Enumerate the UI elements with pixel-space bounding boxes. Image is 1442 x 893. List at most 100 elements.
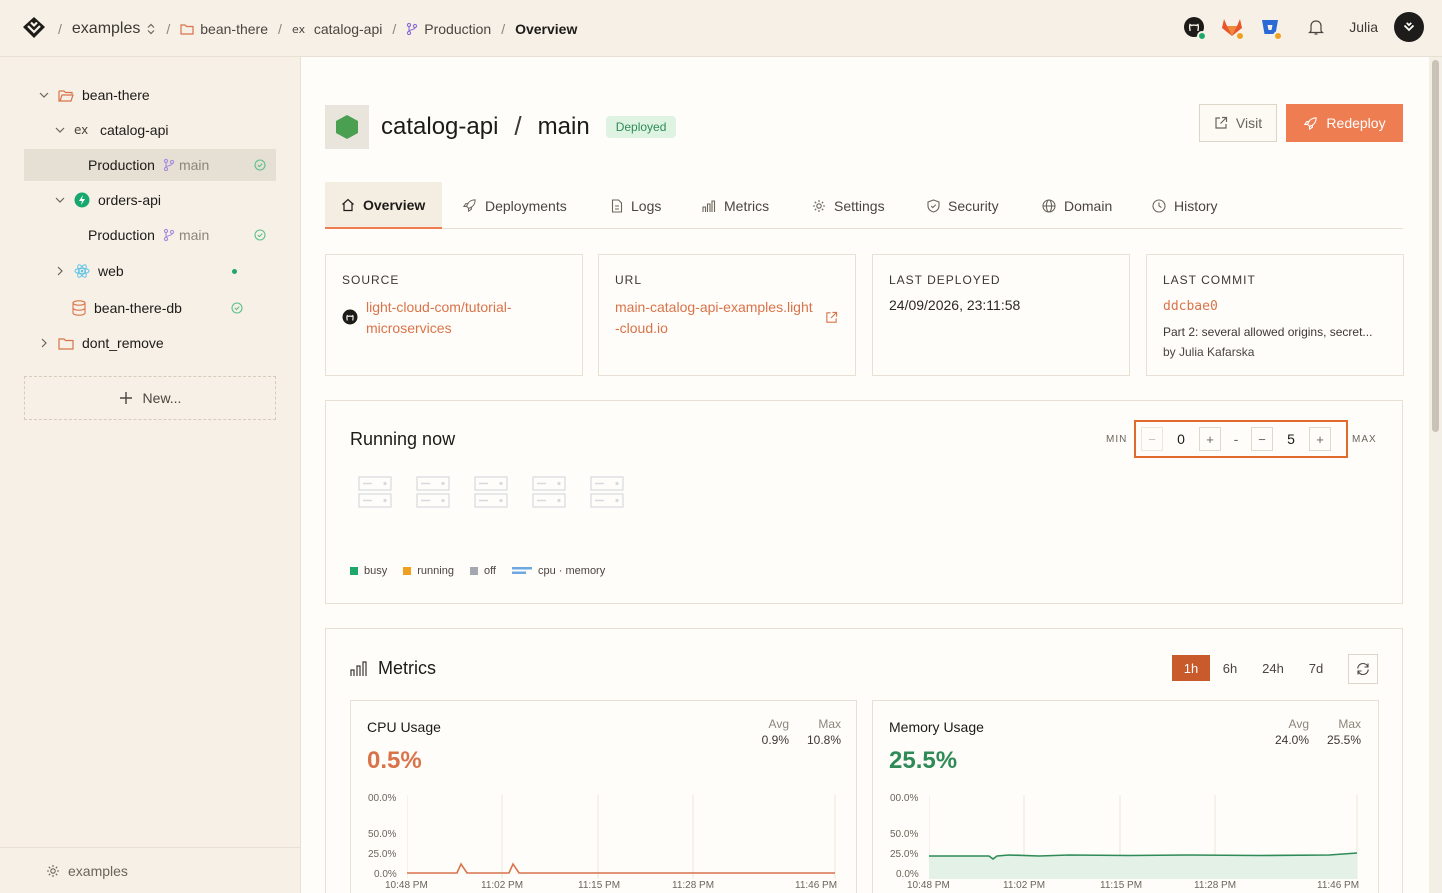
avatar[interactable] [1394,12,1424,42]
commit-message: Part 2: several allowed origins, secret.… [1163,325,1373,339]
min-decrement-button[interactable]: − [1141,427,1163,451]
refresh-button[interactable] [1348,654,1378,684]
min-instances-value[interactable]: 0 [1163,431,1199,447]
svg-text:ex: ex [74,124,88,136]
new-button[interactable]: New... [24,376,276,420]
status-badge: Deployed [605,115,677,138]
gear-icon [47,864,59,877]
tab-deployments[interactable]: Deployments [462,182,567,229]
express-icon: ex [292,23,306,35]
database-icon [72,300,86,316]
breadcrumb-separator: / [392,20,397,37]
instance-server-icon [532,476,566,508]
range-7d-button[interactable]: 7d [1296,655,1336,681]
top-bar: / examples / bean-there / ex catalog-api… [0,0,1442,57]
page-title: catalog-api / main Deployed [381,111,677,142]
main-scrollbar[interactable] [1429,57,1442,893]
commit-hash-link[interactable]: ddcbae0 [1163,299,1218,314]
scrollbar-thumb[interactable] [1432,60,1439,432]
memory-x-tick: 11:46 PM [1317,880,1360,891]
memory-series-area [929,853,1357,879]
max-decrement-button[interactable]: − [1251,427,1273,451]
github-integration-icon[interactable] [1183,16,1208,41]
tab-metrics[interactable]: Metrics [702,182,769,229]
app-logo-icon[interactable] [22,16,46,40]
range-1h-button[interactable]: 1h [1172,655,1210,681]
breadcrumb-project[interactable]: bean-there [180,21,268,37]
workspace-settings-link[interactable]: examples [0,847,300,893]
cpu-max: Max 10.8% [799,717,841,747]
tree-env-orders-production[interactable]: Production main [24,219,276,251]
redeploy-button[interactable]: Redeploy [1286,104,1403,142]
chevron-down-icon[interactable] [54,127,66,133]
breadcrumb-service[interactable]: ex catalog-api [292,21,383,37]
instance-server-icon [358,476,392,508]
max-increment-button[interactable]: + [1309,427,1331,451]
react-icon [74,263,90,279]
source-repo-link[interactable]: light-cloud-com/tutorial-microservices [366,297,556,339]
gitlab-status-dot [1235,31,1246,41]
instance-server-icon [590,476,624,508]
legend-off-label: off [483,565,496,577]
branch-label: main [178,227,210,243]
tab-logs[interactable]: Logs [611,182,661,229]
commit-author: by Julia Kafarska [1163,345,1255,359]
breadcrumb-environment[interactable]: Production [406,21,491,37]
legend-cpu-memory-swatch [511,567,532,574]
memory-max: Max 25.5% [1319,717,1361,747]
tree-database-bean-there-db[interactable]: bean-there-db [72,292,276,324]
tab-history[interactable]: History [1152,182,1218,229]
tree-label: catalog-api [100,122,169,138]
tree-service-catalog-api[interactable]: ex catalog-api [54,114,276,146]
max-instances-value[interactable]: 5 [1273,431,1309,447]
tab-label: History [1174,197,1218,214]
title-separator: / [514,111,522,141]
external-link-icon[interactable] [825,311,838,324]
chevron-right-icon[interactable] [38,338,50,348]
cpu-usage-chart [407,795,836,879]
bell-icon[interactable] [1305,16,1327,38]
min-increment-button[interactable]: + [1199,427,1221,451]
tree-service-orders-api[interactable]: orders-api [54,184,276,216]
legend-running-label: running [417,565,454,577]
chevron-down-icon[interactable] [38,92,50,98]
tree-label: bean-there [82,87,150,103]
globe-icon [1042,198,1056,213]
tab-security[interactable]: Security [927,182,999,229]
legend-cpu-memory: cpu · memory [511,565,605,577]
memory-usage-card: Memory Usage Avg 24.0% Max 25.5% 25.5% 0… [872,700,1379,893]
chevron-down-icon[interactable] [54,197,66,203]
git-branch-icon [163,228,175,242]
memory-x-tick: 11:15 PM [1100,880,1143,891]
bitbucket-integration-icon[interactable] [1259,16,1284,41]
tab-domain[interactable]: Domain [1042,182,1112,229]
tree-env-catalog-production[interactable]: Production main [24,149,276,181]
breadcrumb-workspace[interactable]: examples [72,20,156,38]
tab-bar: Overview Deployments Logs Metrics Settin… [325,182,1403,229]
visit-button[interactable]: Visit [1199,104,1277,142]
tree-project-bean-there[interactable]: bean-there [38,79,276,111]
cpu-x-tick: 11:15 PM [578,880,621,891]
tab-overview[interactable]: Overview [325,182,442,229]
memory-current-value: 25.5% [889,747,958,774]
tree-project-dont-remove[interactable]: dont_remove [38,327,276,359]
user-name[interactable]: Julia [1349,19,1378,35]
breadcrumb-separator: / [166,20,171,37]
range-6h-button[interactable]: 6h [1210,655,1250,681]
gitlab-integration-icon[interactable] [1221,16,1246,41]
chevron-right-icon[interactable] [54,266,66,276]
folder-icon [180,23,194,35]
last-commit-card: LAST COMMIT ddcbae0 Part 2: several allo… [1146,254,1404,376]
rocket-icon [462,199,476,213]
cpu-title: CPU Usage [367,719,441,735]
memory-y-tick: 50.0% [890,829,919,840]
breadcrumb-separator: / [501,20,506,37]
tab-settings[interactable]: Settings [812,182,885,229]
top-right-actions: Julia [1183,12,1424,42]
service-url-link[interactable]: main-catalog-api-examples.light-cloud.io [615,297,817,339]
tree-service-web[interactable]: web [54,255,276,287]
tab-label: Metrics [724,197,770,214]
range-24h-button[interactable]: 24h [1250,655,1296,681]
branch-tag: main [163,157,209,173]
cpu-avg-label: Avg [768,717,789,731]
